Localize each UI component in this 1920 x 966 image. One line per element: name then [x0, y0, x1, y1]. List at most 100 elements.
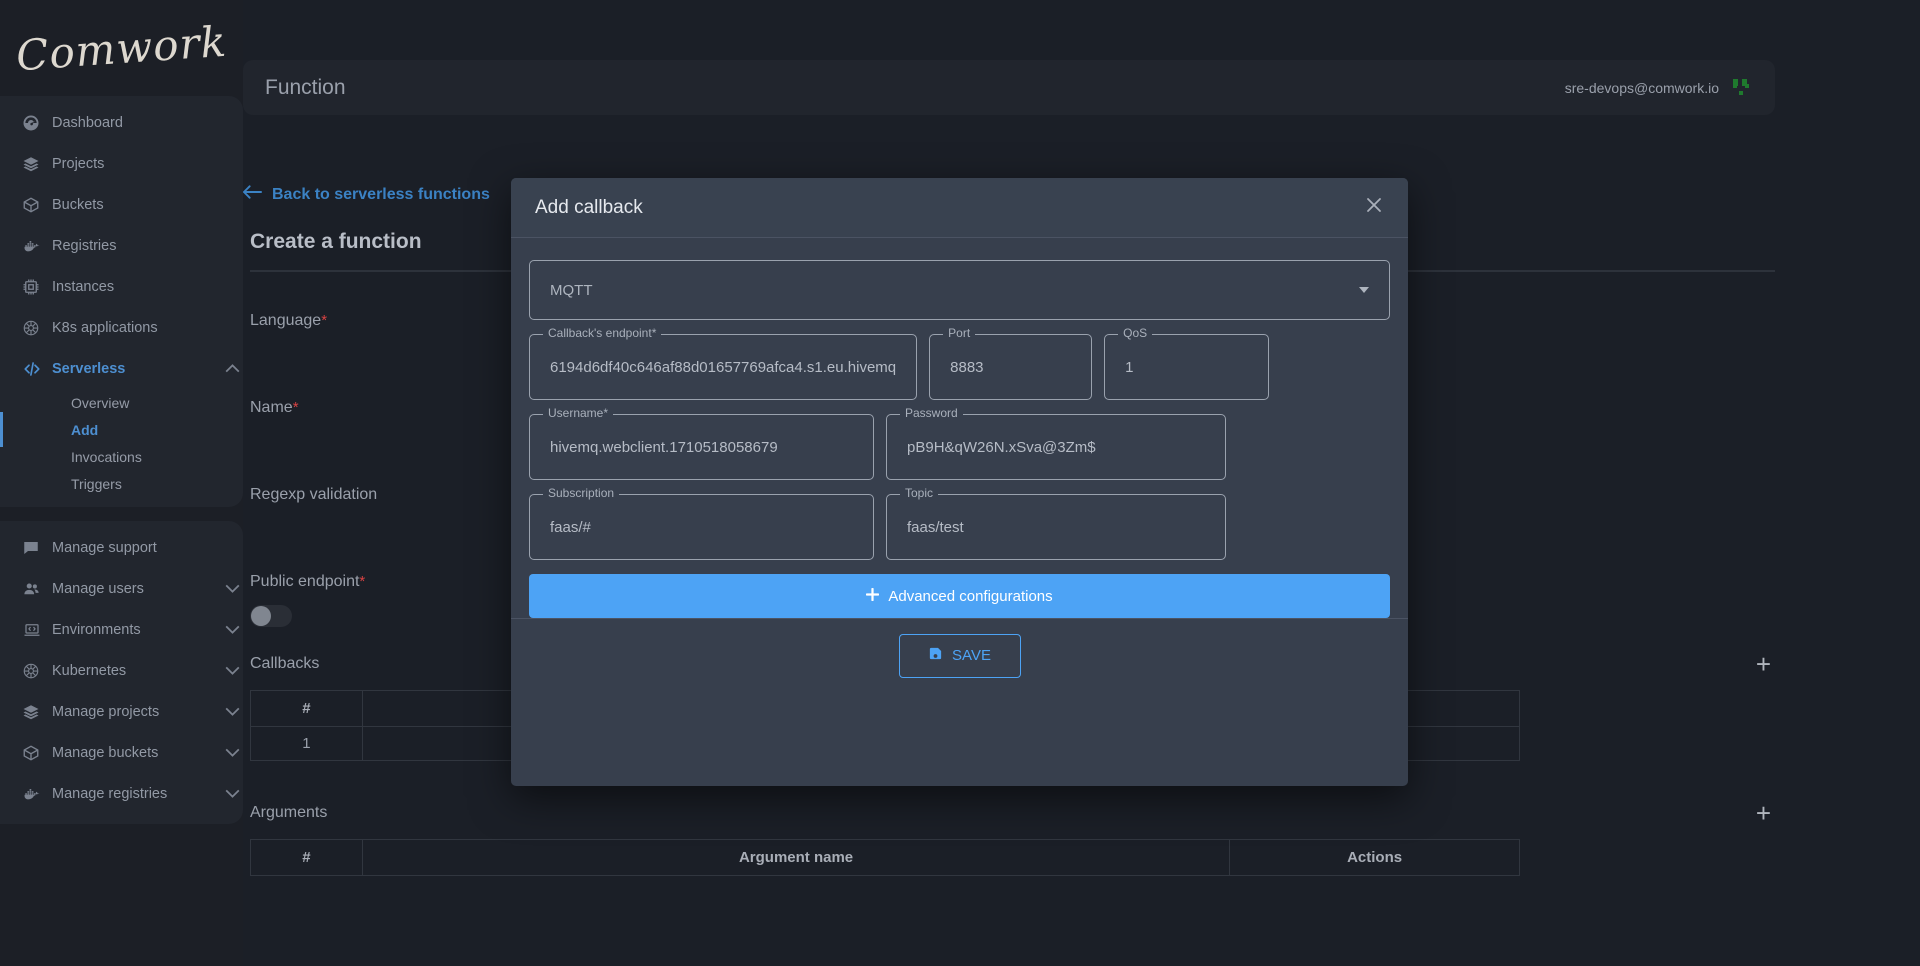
required-marker: *	[359, 573, 366, 590]
arguments-section-label: Arguments	[250, 804, 328, 821]
callbacks-section-label: Callbacks	[250, 655, 320, 672]
kubernetes-icon	[22, 319, 52, 337]
identicon-avatar[interactable]	[1729, 76, 1753, 100]
sidebar-item-label: Serverless	[52, 360, 126, 377]
dashboard-icon	[22, 114, 52, 132]
topbar-user-area[interactable]: sre-devops@comwork.io	[1565, 76, 1753, 100]
required-marker: *	[292, 399, 299, 416]
field-legend: Password	[900, 406, 963, 420]
sidebar-item-label: Buckets	[52, 196, 104, 213]
topbar: Function sre-devops@comwork.io	[243, 60, 1775, 115]
field-qos: QoS 1	[1104, 326, 1270, 400]
sidebar-item-manage-projects[interactable]: Manage projects	[0, 691, 243, 732]
qos-input[interactable]: 1	[1104, 334, 1270, 400]
sidebar-item-manage-buckets[interactable]: Manage buckets	[0, 732, 243, 773]
field-username: Username* hivemq.webclient.1710518058679	[529, 406, 874, 480]
sidebar-item-label: Registries	[52, 237, 117, 254]
sidebar-item-buckets[interactable]: Buckets	[0, 184, 243, 225]
sidebar-item-label: K8s applications	[52, 319, 158, 336]
sidebar-item-serverless[interactable]: Serverless	[0, 348, 243, 389]
callback-type-select[interactable]: MQTT	[529, 260, 1390, 320]
chevron-down-icon[interactable]	[221, 625, 243, 634]
field-topic: Topic faas/test	[886, 486, 1226, 560]
sidebar-item-label: Manage support	[52, 539, 157, 556]
password-input[interactable]: pB9H&qW26N.xSva@3Zm$	[886, 414, 1226, 480]
chevron-down-icon[interactable]	[221, 584, 243, 593]
label-text: Language	[250, 312, 322, 329]
sidebar-item-label: Manage buckets	[52, 744, 159, 761]
sidebar: Comwork Dashboard Projects Buckets Regis…	[0, 0, 243, 966]
sidebar-secondary-group: Manage support Manage users Environments	[0, 521, 243, 824]
field-password: Password pB9H&qW26N.xSva@3Zm$	[886, 406, 1226, 480]
column-header-argument-name: Argument name	[361, 839, 1231, 876]
docker-icon	[22, 237, 52, 255]
sidebar-item-registries[interactable]: Registries	[0, 225, 243, 266]
sidebar-item-instances[interactable]: Instances	[0, 266, 243, 307]
table-header-row: # Argument name Actions	[250, 839, 1520, 876]
sidebar-item-manage-registries[interactable]: Manage registries	[0, 773, 243, 814]
modal-header: Add callback	[511, 178, 1408, 238]
brand-logo[interactable]: Comwork	[0, 0, 243, 96]
sidebar-item-manage-users[interactable]: Manage users	[0, 568, 243, 609]
chevron-down-icon[interactable]	[221, 789, 243, 798]
field-legend: QoS	[1118, 326, 1153, 340]
layers-icon	[22, 703, 52, 721]
callback-endpoint-input[interactable]: 6194d6df40c646af88d01657769afca4.s1.eu.h…	[529, 334, 918, 400]
label-text: Public endpoint	[250, 573, 360, 590]
add-callback-button[interactable]: +	[1756, 649, 1775, 680]
label-text: Name	[250, 399, 293, 416]
save-button[interactable]: SAVE	[898, 633, 1021, 678]
modal-footer: SAVE	[511, 618, 1408, 692]
topic-input[interactable]: faas/test	[886, 494, 1226, 560]
public-endpoint-toggle[interactable]	[250, 605, 292, 627]
sidebar-item-label: Environments	[52, 621, 141, 638]
sidebar-subitem-add[interactable]: Add	[0, 412, 243, 447]
cell-index: 1	[250, 726, 363, 761]
label-text: Regexp validation	[250, 486, 378, 503]
modal-row-topics: Subscription faas/# Topic faas/test	[529, 486, 1390, 560]
sidebar-item-projects[interactable]: Projects	[0, 143, 243, 184]
subscription-input[interactable]: faas/#	[529, 494, 874, 560]
username-input[interactable]: hivemq.webclient.1710518058679	[529, 414, 874, 480]
field-subscription: Subscription faas/#	[529, 486, 874, 560]
kubernetes-icon	[22, 662, 52, 680]
sidebar-subitem-label: Invocations	[71, 448, 142, 465]
add-argument-button[interactable]: +	[1756, 798, 1775, 829]
port-input[interactable]: 8883	[929, 334, 1093, 400]
required-marker: *	[321, 312, 328, 329]
field-port: Port 8883	[929, 326, 1093, 400]
close-icon[interactable]	[1364, 195, 1384, 220]
sidebar-item-manage-support[interactable]: Manage support	[0, 527, 243, 568]
sidebar-item-environments[interactable]: Environments	[0, 609, 243, 650]
sidebar-item-label: Manage registries	[52, 785, 168, 802]
column-header-index: #	[250, 839, 363, 876]
sidebar-item-dashboard[interactable]: Dashboard	[0, 102, 243, 143]
chevron-down-icon[interactable]	[221, 707, 243, 716]
sidebar-subitem-invocations[interactable]: Invocations	[0, 443, 243, 470]
modal-row-credentials: Username* hivemq.webclient.1710518058679…	[529, 406, 1390, 480]
sidebar-subitem-overview[interactable]: Overview	[0, 389, 243, 416]
box-icon	[22, 744, 52, 762]
chevron-down-icon[interactable]	[221, 748, 243, 757]
chat-icon	[22, 539, 52, 557]
sidebar-item-label: Manage projects	[52, 703, 160, 720]
arguments-table: # Argument name Actions	[250, 839, 1520, 876]
laptop-code-icon	[22, 621, 52, 639]
advanced-configurations-button[interactable]: Advanced configurations	[529, 574, 1390, 618]
chevron-up-icon[interactable]	[221, 364, 243, 373]
back-to-serverless-functions-link[interactable]: Back to serverless functions	[243, 185, 490, 204]
field-legend: Port	[943, 326, 976, 340]
toggle-knob	[251, 606, 271, 626]
sidebar-item-kubernetes[interactable]: Kubernetes	[0, 650, 243, 691]
field-legend: Topic	[900, 486, 939, 500]
sidebar-subitem-label: Overview	[71, 394, 130, 411]
box-icon	[22, 196, 52, 214]
sidebar-item-k8s-applications[interactable]: K8s applications	[0, 307, 243, 348]
chevron-down-icon[interactable]	[221, 666, 243, 675]
save-button-label: SAVE	[952, 647, 991, 664]
column-header-index: #	[250, 690, 363, 727]
callback-type-value: MQTT	[550, 281, 593, 299]
sidebar-item-label: Manage users	[52, 580, 144, 597]
arrow-left-icon	[243, 185, 262, 204]
sidebar-subitem-triggers[interactable]: Triggers	[0, 470, 243, 497]
